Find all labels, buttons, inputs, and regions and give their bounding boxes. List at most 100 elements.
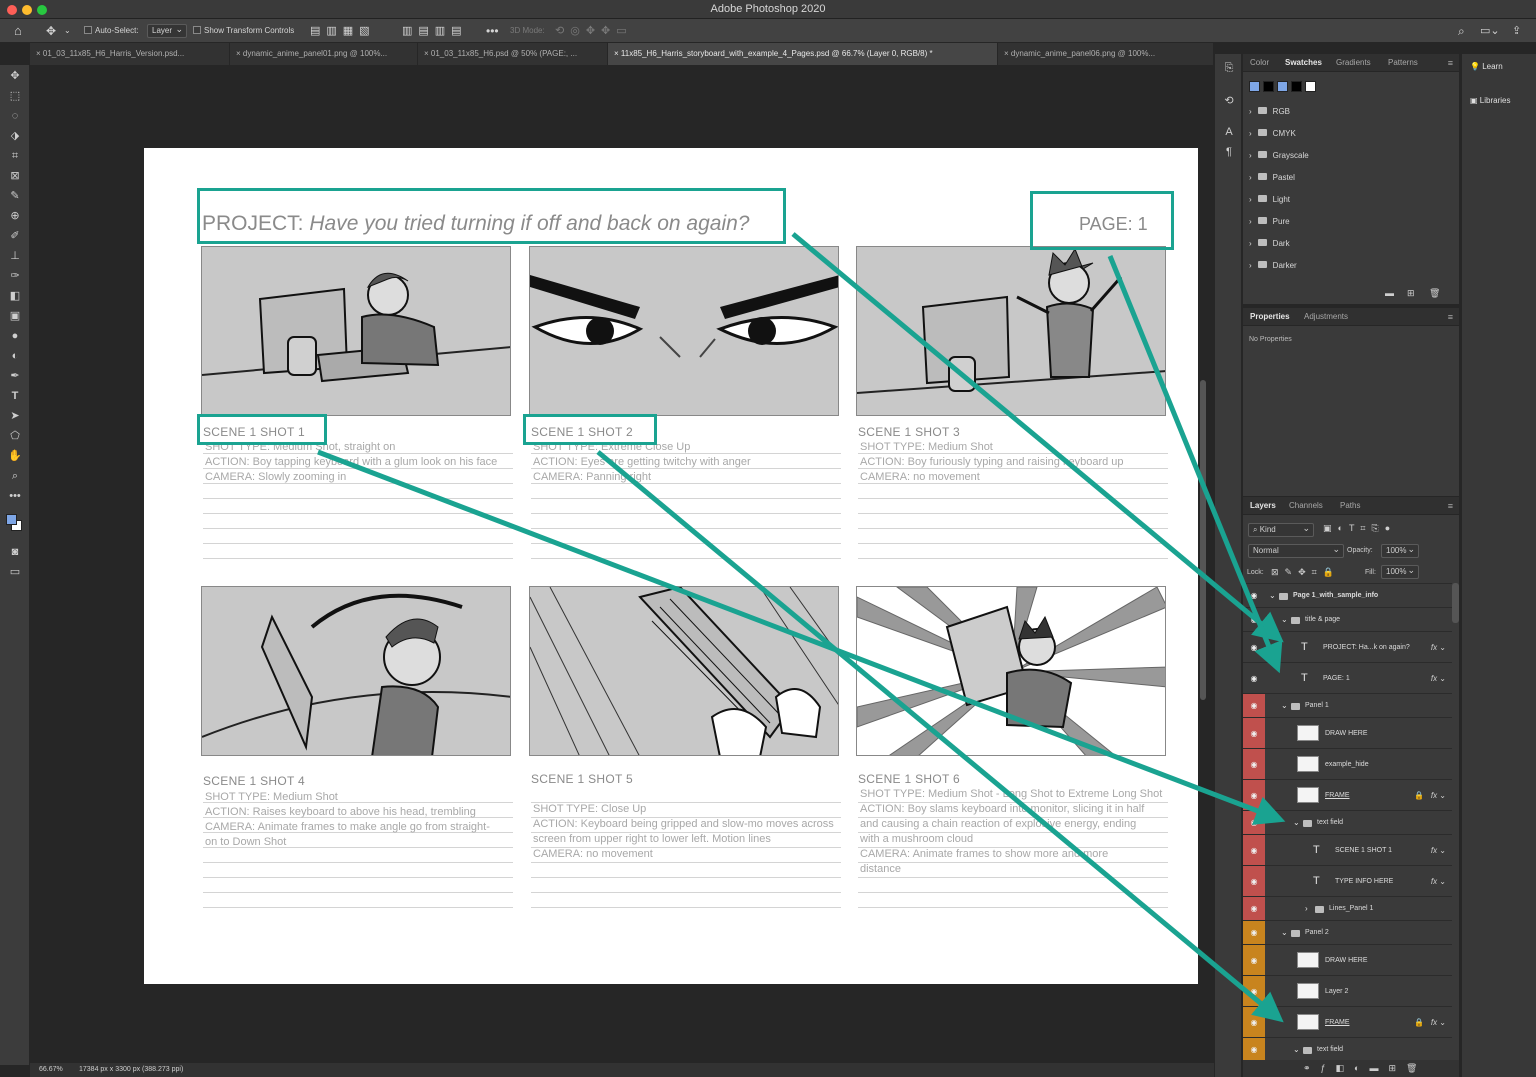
eyedropper-tool-icon[interactable]: ✎ bbox=[6, 188, 24, 204]
swatch-group-grayscale[interactable]: › Grayscale bbox=[1249, 146, 1309, 166]
swatch-group-light[interactable]: › Light bbox=[1249, 190, 1290, 210]
shot-info-4[interactable]: SHOT TYPE: Medium Shot ACTION: Raises ke… bbox=[205, 790, 490, 850]
pen-tool-icon[interactable]: ✒ bbox=[6, 368, 24, 384]
history-panel-icon[interactable]: ⎘ bbox=[1221, 62, 1237, 76]
shot-info-1[interactable]: SHOT TYPE: Medium Shot, straight on ACTI… bbox=[205, 440, 497, 485]
layers-footer-icons[interactable]: ⚭ƒ◧◐▬⊞🗑 bbox=[1243, 1060, 1459, 1077]
swatch[interactable] bbox=[1277, 81, 1288, 92]
screen-mode-icon[interactable]: ▭ bbox=[6, 564, 24, 580]
storyboard-frame-6[interactable] bbox=[856, 586, 1166, 756]
storyboard-frame-5[interactable] bbox=[529, 586, 839, 756]
minimize-window-button[interactable] bbox=[22, 5, 32, 15]
swatch-group-cmyk[interactable]: › CMYK bbox=[1249, 124, 1296, 144]
shot-info-2[interactable]: SHOT TYPE: Extreme Close Up ACTION: Eyes… bbox=[533, 440, 751, 485]
layer-row[interactable]: ◉ T PROJECT: Ha...k on again? fx ⌄ bbox=[1243, 631, 1452, 662]
panel-menu-icon[interactable]: ≡ bbox=[1448, 58, 1453, 68]
group-toggle-icon[interactable]: ⌄ bbox=[1281, 608, 1288, 632]
frame-tool-icon[interactable]: ⊠ bbox=[6, 168, 24, 184]
actions-panel-icon[interactable]: ⟲ bbox=[1221, 94, 1237, 108]
document-canvas[interactable]: PROJECT: Have you tried turning if off a… bbox=[144, 148, 1198, 984]
shape-tool-icon[interactable]: ⬠ bbox=[6, 428, 24, 444]
lock-icons[interactable]: ⊠✎✥⌗🔒 bbox=[1271, 567, 1340, 578]
visibility-eye-icon[interactable]: ◉ bbox=[1243, 608, 1265, 631]
group-toggle-icon[interactable]: ⌄ bbox=[1281, 694, 1288, 718]
visibility-eye-icon[interactable]: ◉ bbox=[1243, 1038, 1265, 1061]
layer-row[interactable]: ◉ T TYPE INFO HERE fx ⌄ bbox=[1243, 865, 1452, 896]
close-window-button[interactable] bbox=[7, 5, 17, 15]
shot-label-4[interactable]: SCENE 1 SHOT 4 bbox=[203, 774, 305, 788]
tool-preset-chevron-icon[interactable]: ⌄ bbox=[64, 19, 71, 43]
paragraph-panel-icon[interactable]: ¶ bbox=[1221, 146, 1237, 160]
layers-scrollbar[interactable] bbox=[1452, 583, 1459, 623]
visibility-eye-icon[interactable]: ◉ bbox=[1243, 897, 1265, 920]
layer-row[interactable]: ◉ › Lines_Panel 1 bbox=[1243, 896, 1452, 920]
workspace-icon[interactable]: ▭⌄ bbox=[1480, 19, 1500, 43]
storyboard-frame-3[interactable] bbox=[856, 246, 1166, 416]
storyboard-frame-2[interactable] bbox=[529, 246, 839, 416]
shot-label-6[interactable]: SCENE 1 SHOT 6 bbox=[858, 772, 960, 786]
gradient-tool-icon[interactable]: ▣ bbox=[6, 308, 24, 324]
more-options-icon[interactable]: ••• bbox=[486, 19, 499, 43]
learn-button[interactable]: 💡 Learn bbox=[1470, 62, 1503, 71]
canvas-vertical-scrollbar[interactable] bbox=[1200, 380, 1206, 700]
visibility-eye-icon[interactable]: ◉ bbox=[1243, 866, 1265, 896]
layer-effects-icon[interactable]: fx ⌄ bbox=[1431, 835, 1446, 866]
tab-channels[interactable]: Channels bbox=[1289, 497, 1323, 515]
auto-select-dropdown[interactable]: Layer bbox=[147, 23, 188, 38]
group-toggle-icon[interactable]: ⌄ bbox=[1293, 811, 1300, 835]
document-info[interactable]: 17384 px x 3300 px (388.273 ppi) bbox=[79, 1063, 183, 1077]
storyboard-frame-1[interactable] bbox=[201, 246, 511, 416]
shot-info-6[interactable]: SHOT TYPE: Medium Shot - Long Shot to Ex… bbox=[860, 787, 1162, 877]
shot-info-5[interactable]: SHOT TYPE: Close Up ACTION: Keyboard bei… bbox=[533, 802, 834, 862]
auto-select-checkbox[interactable]: Auto-Select: bbox=[84, 19, 139, 43]
tab-properties[interactable]: Properties bbox=[1250, 308, 1290, 326]
layer-row[interactable]: ◉ FRAME 🔒 fx ⌄ bbox=[1243, 1006, 1452, 1037]
layer-effects-icon[interactable]: fx ⌄ bbox=[1431, 866, 1446, 897]
layer-row[interactable]: ◉ ⌄ Panel 1 bbox=[1243, 693, 1452, 717]
quick-mask-icon[interactable]: ◙ bbox=[6, 544, 24, 560]
tab-document-1[interactable]: × 01_03_11x85_H6_Harris_Version.psd... bbox=[30, 43, 230, 65]
layer-effects-icon[interactable]: fx ⌄ bbox=[1431, 663, 1446, 694]
zoom-level[interactable]: 66.67% bbox=[39, 1063, 63, 1077]
layer-effects-icon[interactable]: fx ⌄ bbox=[1431, 632, 1446, 663]
layer-row[interactable]: ◉ FRAME 🔒 fx ⌄ bbox=[1243, 779, 1452, 810]
swatch-group-rgb[interactable]: › RGB bbox=[1249, 102, 1290, 122]
color-swatches[interactable] bbox=[6, 514, 24, 538]
group-toggle-icon[interactable]: ⌄ bbox=[1269, 584, 1276, 608]
group-toggle-icon[interactable]: › bbox=[1305, 897, 1308, 921]
tab-color[interactable]: Color bbox=[1250, 54, 1269, 72]
tab-document-5[interactable]: × dynamic_anime_panel06.png @ 100%... bbox=[998, 43, 1214, 65]
layer-row[interactable]: ◉ T PAGE: 1 fx ⌄ bbox=[1243, 662, 1452, 693]
home-icon[interactable]: ⌂ bbox=[14, 19, 22, 43]
storyboard-frame-4[interactable] bbox=[201, 586, 511, 756]
move-tool-icon[interactable]: ✥ bbox=[46, 19, 56, 43]
blur-tool-icon[interactable]: ● bbox=[6, 328, 24, 344]
distribute-buttons[interactable]: ▥▤▥▤ bbox=[402, 19, 468, 43]
tab-swatches[interactable]: Swatches bbox=[1285, 54, 1322, 72]
visibility-eye-icon[interactable]: ◉ bbox=[1243, 780, 1265, 810]
swatch-group-darker[interactable]: › Darker bbox=[1249, 256, 1297, 276]
lasso-tool-icon[interactable]: ◌ bbox=[6, 108, 24, 124]
shot-info-3[interactable]: SHOT TYPE: Medium Shot ACTION: Boy furio… bbox=[860, 440, 1124, 485]
zoom-window-button[interactable] bbox=[37, 5, 47, 15]
layer-filter-icons[interactable]: ▣◐T⌗⎘● bbox=[1323, 523, 1396, 534]
libraries-button[interactable]: ▣ Libraries bbox=[1470, 96, 1510, 105]
layer-row[interactable]: ◉ ⌄ title & page bbox=[1243, 607, 1452, 631]
quick-select-tool-icon[interactable]: ⬗ bbox=[6, 128, 24, 144]
layer-filter-dropdown[interactable]: ⌕ Kind bbox=[1248, 522, 1314, 537]
group-toggle-icon[interactable]: ⌄ bbox=[1281, 921, 1288, 945]
swatch[interactable] bbox=[1291, 81, 1302, 92]
layer-row[interactable]: ◉ ⌄ text field bbox=[1243, 810, 1452, 834]
visibility-eye-icon[interactable]: ◉ bbox=[1243, 1007, 1265, 1037]
visibility-eye-icon[interactable]: ◉ bbox=[1243, 663, 1265, 693]
tab-gradients[interactable]: Gradients bbox=[1336, 54, 1371, 72]
visibility-eye-icon[interactable]: ◉ bbox=[1243, 976, 1265, 1006]
tab-document-2[interactable]: × dynamic_anime_panel01.png @ 100%... bbox=[230, 43, 418, 65]
swatch-group-pure[interactable]: › Pure bbox=[1249, 212, 1290, 232]
shot-label-5[interactable]: SCENE 1 SHOT 5 bbox=[531, 772, 633, 786]
layer-row[interactable]: ◉ ⌄ text field bbox=[1243, 1037, 1452, 1061]
visibility-eye-icon[interactable]: ◉ bbox=[1243, 749, 1265, 779]
type-tool-icon[interactable]: T bbox=[6, 388, 24, 404]
layer-effects-icon[interactable]: fx ⌄ bbox=[1431, 780, 1446, 811]
healing-brush-tool-icon[interactable]: ⊕ bbox=[6, 208, 24, 224]
